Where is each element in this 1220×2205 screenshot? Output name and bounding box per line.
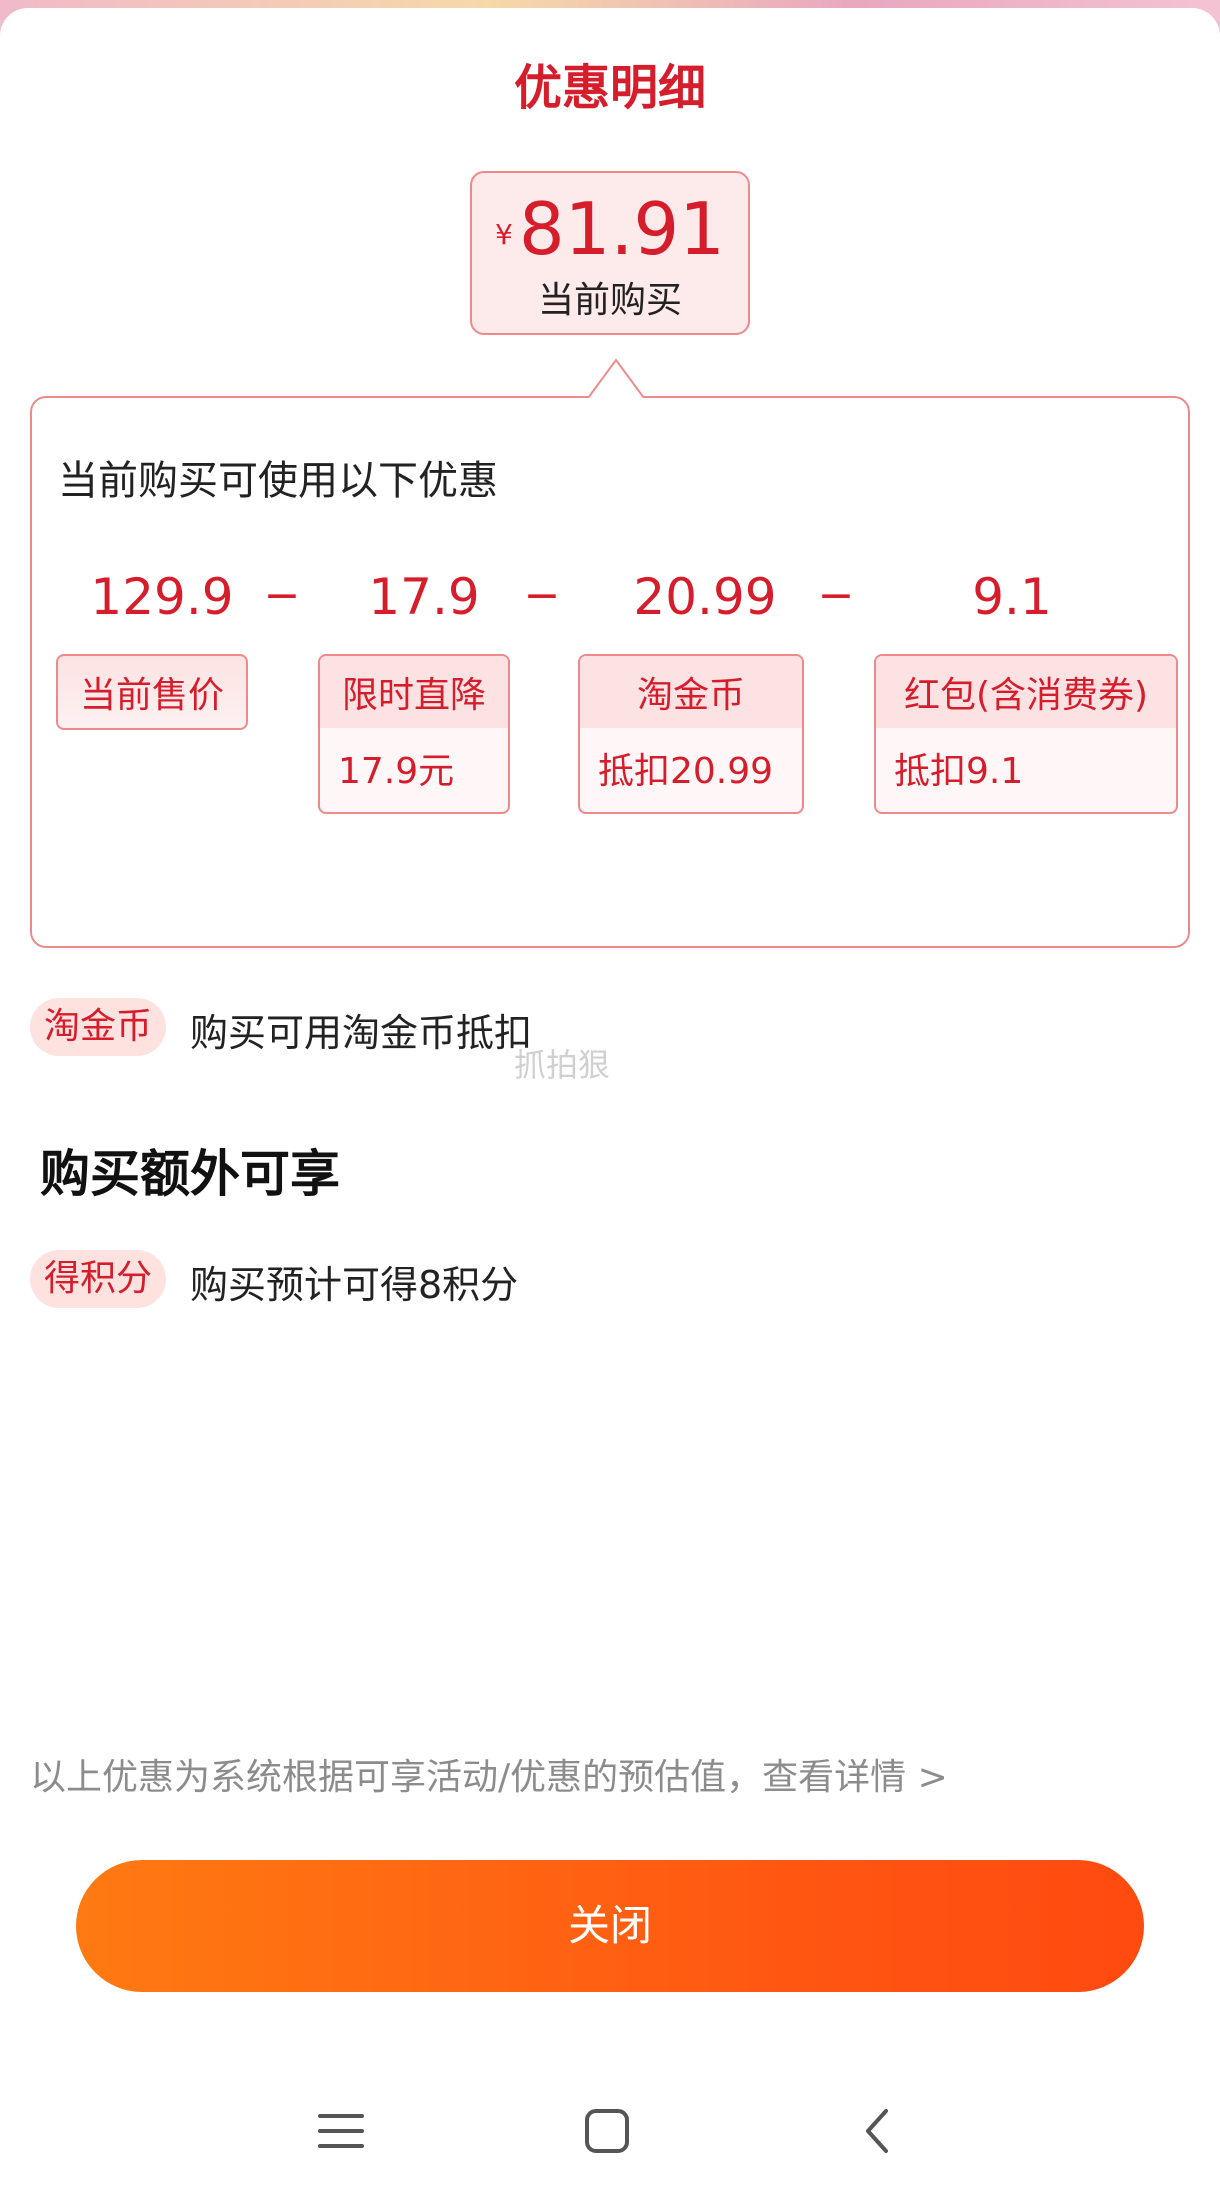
currency-symbol: ¥ <box>495 218 513 251</box>
coin-badge: 淘金币 <box>30 998 167 1056</box>
system-nav-bar <box>0 2088 1220 2188</box>
breakdown-amount-flash-discount: 17.9 <box>368 568 480 626</box>
tag-sub: 抵扣20.99 <box>580 728 802 812</box>
discount-breakdown: 当前购买可使用以下优惠 129.9 − 17.9 − 20.99 − 9.1 当… <box>30 396 1190 948</box>
minus-sign: − <box>523 570 561 621</box>
tag-flash-discount: 限时直降 17.9元 <box>318 654 510 814</box>
close-button[interactable]: 关闭 <box>76 1860 1144 1992</box>
discount-detail-sheet: 优惠明细 ¥81.91 当前购买 当前购买可使用以下优惠 129.9 − 17.… <box>0 8 1220 2205</box>
points-benefit-text: 购买预计可得8积分 <box>190 1263 519 1307</box>
price-line: ¥81.91 <box>472 187 748 271</box>
pointer-caret <box>588 358 644 398</box>
estimate-footnote-link[interactable]: 以上优惠为系统根据可享活动/优惠的预估值，查看详情 > <box>30 1748 948 1800</box>
tag-label: 限时直降 <box>320 656 508 728</box>
price-amount: 81.91 <box>518 187 725 271</box>
tag-label: 淘金币 <box>580 656 802 728</box>
tag-sub: 抵扣9.1 <box>876 728 1176 812</box>
price-caption: 当前购买 <box>537 280 682 321</box>
tag-coins: 淘金币 抵扣20.99 <box>578 654 804 814</box>
current-price-card: ¥81.91 当前购买 <box>470 171 750 335</box>
tag-label: 当前售价 <box>79 675 224 716</box>
back-chevron-icon[interactable] <box>856 2108 902 2154</box>
coin-benefit-text: 购买可用淘金币抵扣 <box>190 1011 533 1055</box>
breakdown-heading: 当前购买可使用以下优惠 <box>58 458 498 504</box>
tag-sub: 17.9元 <box>320 728 508 812</box>
watermark: 抓拍狠 <box>514 1046 611 1084</box>
page-title: 优惠明细 <box>513 60 706 116</box>
extra-benefits-heading: 购买额外可享 <box>40 1145 340 1203</box>
tag-label: 红包(含消费券) <box>876 656 1176 728</box>
breakdown-amount-sale-price: 129.9 <box>90 568 234 626</box>
tag-sale-price: 当前售价 <box>56 654 248 730</box>
menu-icon[interactable] <box>318 2108 364 2154</box>
tag-red-packet: 红包(含消费券) 抵扣9.1 <box>874 654 1178 814</box>
minus-sign: − <box>817 570 855 621</box>
points-badge: 得积分 <box>30 1250 167 1308</box>
minus-sign: − <box>263 570 301 621</box>
breakdown-amount-coins: 20.99 <box>633 568 777 626</box>
home-square-icon[interactable] <box>584 2108 630 2154</box>
breakdown-amount-red-packet: 9.1 <box>972 568 1052 626</box>
